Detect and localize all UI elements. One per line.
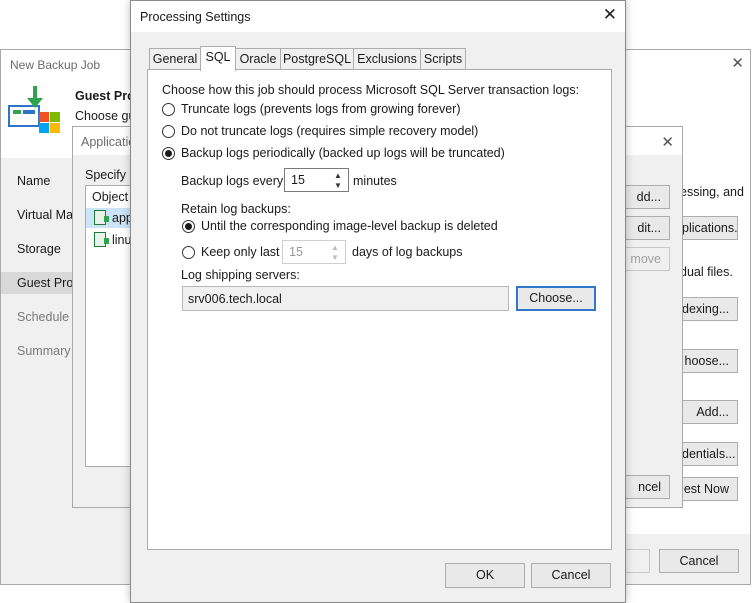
keep-only-last-radio[interactable]	[182, 246, 195, 259]
log-shipping-label: Log shipping servers:	[181, 268, 300, 282]
test-now-button[interactable]: est Now	[681, 477, 738, 501]
keep-only-last-label[interactable]: Keep only last	[201, 245, 280, 259]
retain-days-value[interactable]: 15	[289, 245, 303, 259]
backup-interval-spinner[interactable]: 15 ▲ ▼	[284, 168, 349, 192]
list-item-label: linu	[112, 233, 132, 247]
backup-every-label: Backup logs every:	[181, 174, 287, 188]
backup-logs-periodically-radio[interactable]	[162, 147, 175, 160]
backup-logs-periodically-label[interactable]: Backup logs periodically (backed up logs…	[181, 146, 505, 160]
retain-label: Retain log backups:	[181, 202, 291, 216]
backup-job-icon	[8, 86, 60, 133]
backup-interval-unit: minutes	[353, 174, 397, 188]
chevron-up-icon[interactable]: ▲	[329, 243, 341, 252]
tab-exclusions[interactable]: Exclusions	[353, 48, 421, 70]
truncate-logs-radio[interactable]	[162, 103, 175, 116]
close-icon[interactable]: ✕	[731, 54, 744, 72]
applications-button[interactable]: plications...	[681, 216, 738, 240]
indexing-button[interactable]: dexing...	[681, 297, 738, 321]
instructions-text: Specify a	[85, 168, 137, 182]
cancel-button[interactable]: Cancel	[531, 563, 611, 588]
retain-days-unit: days of log backups	[352, 245, 463, 259]
ok-button[interactable]: OK	[445, 563, 525, 588]
credentials-button[interactable]: dentials...	[681, 442, 738, 466]
do-not-truncate-radio[interactable]	[162, 125, 175, 138]
dialog-title: Processing Settings	[140, 10, 251, 24]
retain-until-deleted-label[interactable]: Until the corresponding image-level back…	[201, 219, 498, 233]
guest-processing-text: essing, and	[680, 185, 744, 199]
column-header-object: Object	[92, 190, 129, 204]
vm-icon	[94, 232, 109, 247]
truncate-logs-label[interactable]: Truncate logs (prevents logs from growin…	[181, 102, 461, 116]
tab-sql[interactable]: SQL	[200, 46, 236, 71]
add-button[interactable]: Add...	[681, 400, 738, 424]
list-item[interactable]: linu	[94, 232, 131, 247]
retain-until-deleted-radio[interactable]	[182, 220, 195, 233]
indexing-text: dual files.	[680, 265, 733, 279]
chevron-down-icon[interactable]: ▼	[329, 253, 341, 262]
tab-oracle[interactable]: Oracle	[235, 48, 281, 70]
choose-servers-button[interactable]: Choose...	[516, 286, 596, 311]
backup-interval-value[interactable]: 15	[291, 173, 305, 187]
window-title: Applicatio	[81, 135, 136, 149]
close-icon[interactable]: ✕	[661, 133, 674, 151]
processing-settings-dialog: Processing Settings ✕ General SQL Oracle…	[130, 0, 626, 603]
chevron-down-icon[interactable]: ▼	[332, 181, 344, 190]
step-description: Choose gu	[75, 109, 136, 123]
tab-general[interactable]: General	[149, 48, 201, 70]
chevron-up-icon[interactable]: ▲	[332, 171, 344, 180]
window-title: New Backup Job	[10, 58, 101, 72]
choose-button[interactable]: hoose...	[681, 349, 738, 373]
tab-scripts[interactable]: Scripts	[420, 48, 466, 70]
wizard-cancel-button[interactable]: Cancel	[659, 549, 739, 573]
title-bar: Processing Settings ✕	[131, 1, 625, 32]
log-shipping-servers-value: srv006.tech.local	[188, 292, 282, 306]
tab-postgresql[interactable]: PostgreSQL	[280, 48, 354, 70]
do-not-truncate-label[interactable]: Do not truncate logs (requires simple re…	[181, 124, 478, 138]
close-icon[interactable]: ✕	[603, 5, 617, 25]
vm-icon	[94, 210, 109, 225]
retain-days-spinner[interactable]: 15 ▲ ▼	[282, 240, 346, 264]
log-shipping-servers-field[interactable]: srv006.tech.local	[182, 286, 509, 311]
sql-prompt: Choose how this job should process Micro…	[162, 83, 580, 97]
